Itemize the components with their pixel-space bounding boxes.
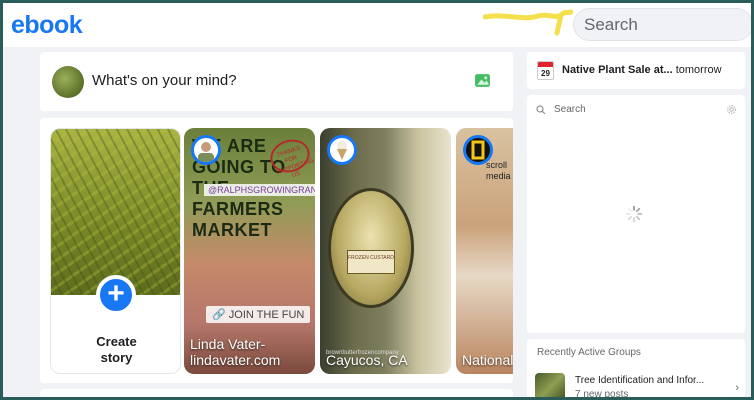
story-author-name: National [462, 352, 513, 368]
search-icon [536, 105, 546, 115]
story-link-text: JOIN THE FUN [228, 309, 305, 321]
story-author-name: Cayucos, CA [326, 352, 408, 368]
next-post-card [40, 389, 513, 397]
chevron-right-icon: › [735, 382, 739, 394]
stories-tray: + Create story WE ARE GOING TO THE FARME… [40, 118, 513, 383]
story-link-sticker[interactable]: 🔗 JOIN THE FUN [206, 306, 311, 323]
composer-prompt[interactable]: What's on your mind? [92, 72, 237, 89]
recent-groups-panel: Recently Active Groups Tree Identificati… [527, 339, 745, 400]
right-sidebar: 29 Native Plant Sale at... tomorrow Sear… [517, 47, 751, 400]
story-custard-sign [328, 188, 414, 308]
story-headline-line: MARKET [192, 220, 272, 240]
group-thumbnail [535, 373, 565, 397]
event-reminder[interactable]: 29 Native Plant Sale at... tomorrow [527, 52, 745, 89]
create-story-label-line2: story [100, 350, 133, 365]
global-search-input[interactable] [574, 9, 751, 40]
story-card-cayucos[interactable]: FROZEN CUSTARD brownbutterfrozencompany … [320, 128, 451, 374]
create-story-label[interactable]: Create story [51, 334, 180, 366]
sidebar-search-label[interactable]: Search [554, 104, 586, 115]
story-card-national[interactable]: scroll media can lite National [456, 128, 513, 374]
calendar-day: 29 [541, 69, 550, 78]
create-story-label-line1: Create [96, 334, 137, 349]
loading-spinner-icon [625, 205, 643, 223]
story-card-linda-vater[interactable]: WE ARE GOING TO THE FARMERS MARKET THANK… [184, 128, 315, 374]
global-search-box[interactable] [573, 8, 751, 41]
story-author-name-line1: Linda Vater- [190, 336, 266, 352]
group-new-posts: 7 new posts [575, 389, 629, 400]
create-story-card[interactable]: + Create story [50, 128, 181, 374]
create-story-photo [51, 129, 180, 295]
person-icon [198, 142, 214, 162]
user-avatar[interactable] [52, 66, 84, 98]
yellow-highlight-mark [483, 9, 573, 36]
story-hashtag-banner: @RALPHSGROWINGRANCH [204, 184, 315, 196]
story-author-avatar [327, 135, 357, 165]
gear-icon[interactable] [726, 104, 737, 115]
story-sign-label: FROZEN CUSTARD [347, 250, 395, 274]
story-author-avatar [191, 135, 221, 165]
yellow-rectangle-icon [471, 140, 485, 160]
link-icon: 🔗 [212, 309, 226, 321]
group-name: Tree Identification and Infor... [575, 375, 705, 386]
story-author-name-line2: lindavater.com [190, 352, 281, 368]
post-composer[interactable]: What's on your mind? [40, 52, 513, 111]
calendar-icon: 29 [537, 61, 554, 80]
story-author-name: Linda Vater- lindavater.com [190, 336, 280, 368]
sidebar-search-panel: Search [527, 95, 745, 333]
cone-icon [337, 141, 347, 160]
event-text[interactable]: Native Plant Sale at... tomorrow [562, 64, 722, 76]
screenshot-frame: ebook What's on your mind? + Create stor… [0, 0, 754, 400]
event-when: tomorrow [675, 64, 722, 76]
story-headline-line: FARMERS [192, 199, 284, 219]
top-navigation-bar: ebook [3, 3, 751, 47]
story-overlay-line: media can lite [486, 171, 513, 181]
group-list-item[interactable]: Tree Identification and Infor... 7 new p… [535, 373, 739, 400]
facebook-logo[interactable]: ebook [11, 11, 83, 40]
event-title: Native Plant Sale at... [562, 64, 673, 76]
story-overlay-text: scroll media can lite [486, 160, 513, 182]
photo-video-icon[interactable] [474, 72, 491, 89]
recent-groups-title: Recently Active Groups [537, 347, 641, 358]
plus-icon[interactable]: + [96, 275, 136, 315]
story-overlay-line: scroll [486, 160, 508, 170]
